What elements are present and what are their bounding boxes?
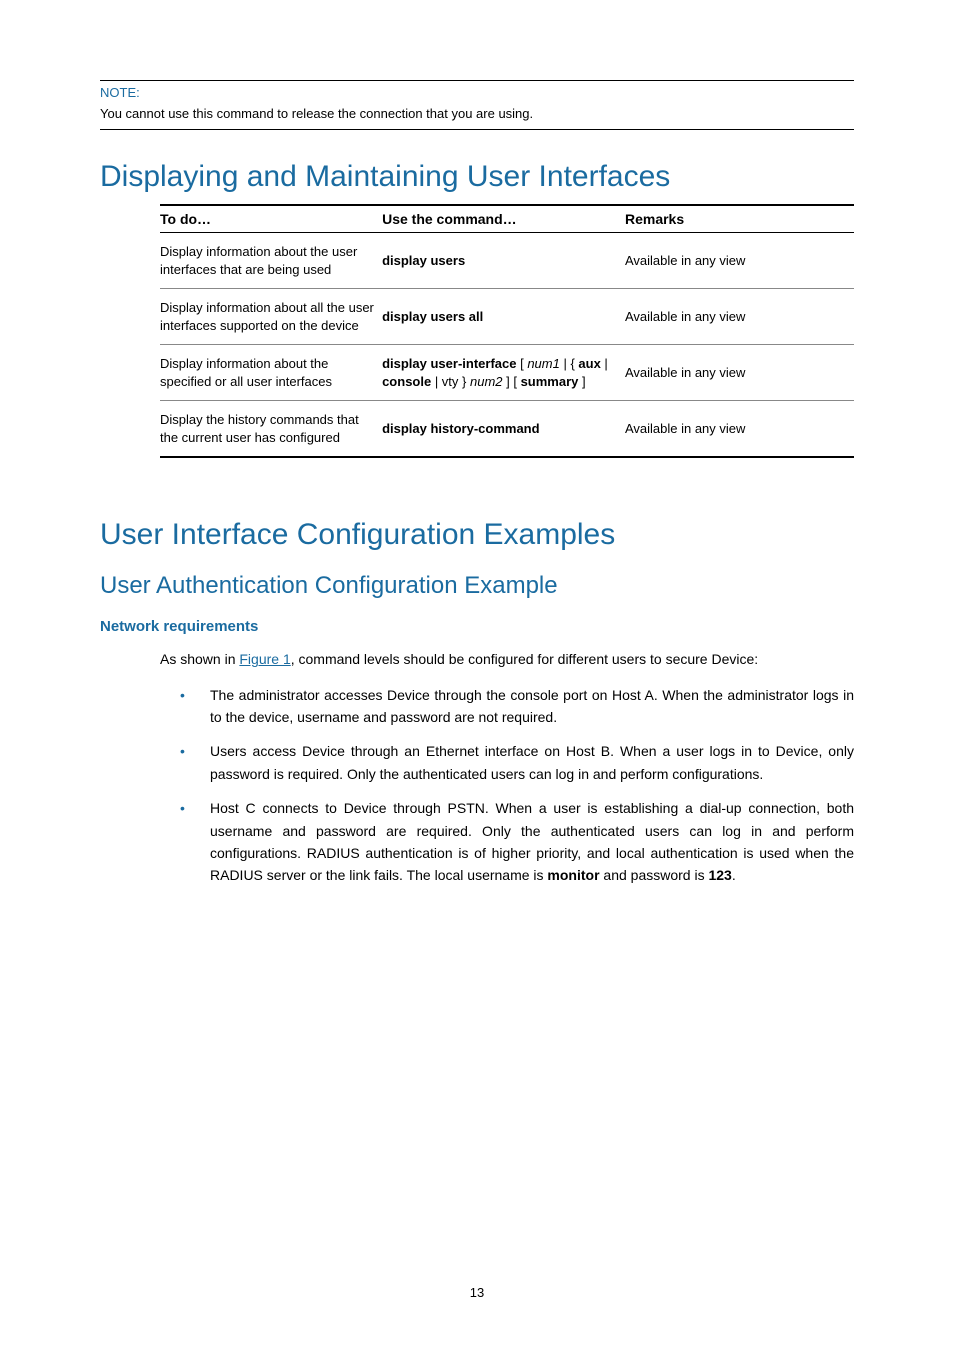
note-text: You cannot use this command to release t…: [100, 106, 854, 121]
bullet-list: The administrator accesses Device throug…: [180, 684, 854, 887]
cell-command: display users: [382, 233, 625, 289]
figure-1-link[interactable]: Figure 1: [239, 651, 290, 667]
subsection-heading-auth: User Authentication Configuration Exampl…: [100, 572, 854, 600]
section-heading-examples: User Interface Configuration Examples: [100, 518, 854, 552]
cell-remarks: Available in any view: [625, 401, 854, 458]
note-label: NOTE:: [100, 85, 854, 100]
table-header-remarks: Remarks: [625, 205, 854, 233]
cell-command: display user-interface [ num1 | { aux | …: [382, 345, 625, 401]
table-row: Display information about all the user i…: [160, 289, 854, 345]
command-table: To do… Use the command… Remarks Display …: [160, 204, 854, 458]
subsubsection-heading-network: Network requirements: [100, 618, 854, 635]
page-number: 13: [0, 1285, 954, 1300]
list-item: The administrator accesses Device throug…: [180, 684, 854, 729]
table-header-command: Use the command…: [382, 205, 625, 233]
table-header-todo: To do…: [160, 205, 382, 233]
intro-suffix: , command levels should be configured fo…: [291, 651, 758, 667]
list-item: Host C connects to Device through PSTN. …: [180, 797, 854, 887]
cell-todo: Display information about the specified …: [160, 345, 382, 401]
section-heading-displaying: Displaying and Maintaining User Interfac…: [100, 160, 854, 194]
cell-todo: Display the history commands that the cu…: [160, 401, 382, 458]
cell-command: display users all: [382, 289, 625, 345]
cell-remarks: Available in any view: [625, 289, 854, 345]
cell-remarks: Available in any view: [625, 233, 854, 289]
table-row: Display the history commands that the cu…: [160, 401, 854, 458]
table-row: Display information about the specified …: [160, 345, 854, 401]
table-row: Display information about the user inter…: [160, 233, 854, 289]
list-item: Users access Device through an Ethernet …: [180, 740, 854, 785]
intro-prefix: As shown in: [160, 651, 239, 667]
note-box: NOTE: You cannot use this command to rel…: [100, 80, 854, 130]
intro-paragraph: As shown in Figure 1, command levels sho…: [160, 649, 854, 669]
cell-todo: Display information about all the user i…: [160, 289, 382, 345]
cell-command: display history-command: [382, 401, 625, 458]
cell-todo: Display information about the user inter…: [160, 233, 382, 289]
cell-remarks: Available in any view: [625, 345, 854, 401]
